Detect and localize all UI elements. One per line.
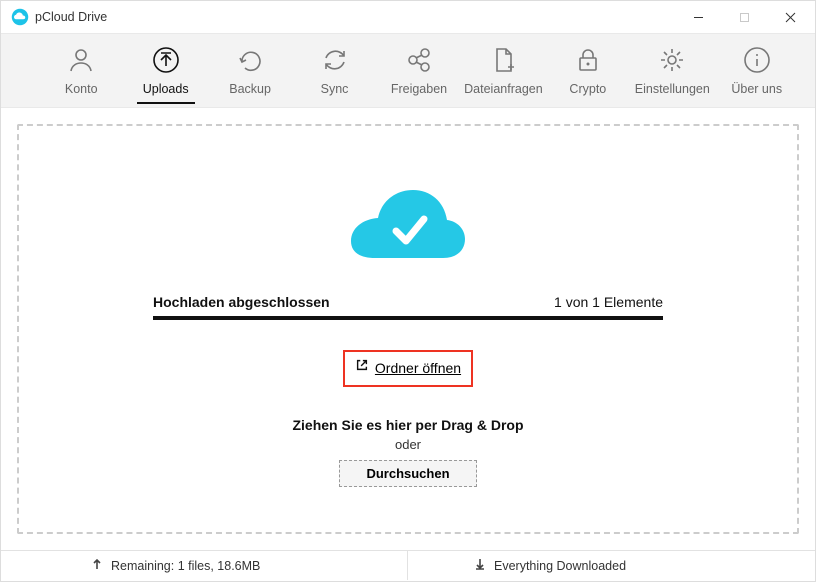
tab-about[interactable]: Über uns [715,36,799,96]
upload-arrow-icon [91,558,103,573]
account-icon [67,42,95,78]
status-remaining: Remaining: 1 files, 18.6MB [1,551,408,580]
progress-bar [153,316,663,320]
tab-shares[interactable]: Freigaben [377,36,461,96]
open-folder-highlight: Ordner öffnen [343,350,473,387]
drop-zone[interactable]: Hochladen abgeschlossen 1 von 1 Elemente… [17,124,799,534]
title-bar: pCloud Drive [1,1,815,33]
open-folder-link[interactable]: Ordner öffnen [375,360,461,376]
window-title: pCloud Drive [35,10,675,24]
share-icon [405,42,433,78]
tab-uploads[interactable]: Uploads [123,36,207,104]
dnd-instruction: Ziehen Sie es hier per Drag & Drop [292,417,523,433]
downloaded-text: Everything Downloaded [494,559,626,573]
minimize-button[interactable] [675,1,721,33]
tab-label: Sync [321,82,349,96]
status-downloaded: Everything Downloaded [408,551,815,580]
tab-label: Konto [65,82,98,96]
main-content: Hochladen abgeschlossen 1 von 1 Elemente… [1,108,815,550]
status-bar: Remaining: 1 files, 18.6MB Everything Do… [1,550,815,580]
sync-icon [321,42,349,78]
tab-label: Backup [229,82,271,96]
tab-label: Über uns [731,82,782,96]
upload-status-row: Hochladen abgeschlossen 1 von 1 Elemente [153,294,663,310]
tab-crypto[interactable]: Crypto [546,36,630,96]
tab-filerequests[interactable]: Dateianfragen [461,36,545,96]
maximize-button[interactable] [721,1,767,33]
remaining-text: Remaining: 1 files, 18.6MB [111,559,260,573]
tab-sync[interactable]: Sync [292,36,376,96]
upload-status: Hochladen abgeschlossen [153,294,330,310]
lock-icon [574,42,602,78]
cloud-check-icon [348,186,468,264]
tab-label: Uploads [137,82,195,104]
uploads-icon [152,42,180,78]
tab-label: Freigaben [391,82,447,96]
tab-account[interactable]: Konto [39,36,123,96]
download-arrow-icon [474,558,486,573]
or-text: oder [395,437,421,452]
tab-backup[interactable]: Backup [208,36,292,96]
upload-count: 1 von 1 Elemente [554,294,663,310]
browse-button[interactable]: Durchsuchen [339,460,476,487]
info-icon [743,42,771,78]
tab-label: Dateianfragen [464,82,543,96]
tab-label: Einstellungen [635,82,710,96]
gear-icon [658,42,686,78]
backup-icon [236,42,264,78]
external-link-icon [355,358,369,377]
close-button[interactable] [767,1,813,33]
app-logo [11,8,29,26]
tab-label: Crypto [569,82,606,96]
main-toolbar: Konto Uploads Backup Sync Freigaben Date… [1,33,815,108]
file-icon [489,42,517,78]
tab-settings[interactable]: Einstellungen [630,36,714,96]
